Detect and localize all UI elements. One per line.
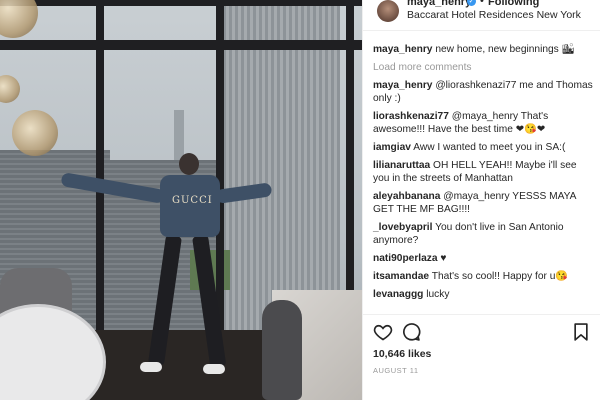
person-shoe-left bbox=[140, 362, 162, 372]
comment-item: liorashkenazi77 @maya_henry That's aweso… bbox=[373, 110, 595, 136]
header-divider bbox=[363, 30, 600, 31]
following-button[interactable]: Following bbox=[488, 0, 539, 8]
comment-text: lucky bbox=[426, 289, 450, 300]
photo-chair-right bbox=[262, 300, 302, 400]
location-link[interactable]: Baccarat Hotel Residences New York bbox=[407, 9, 581, 21]
window-frame-top bbox=[0, 0, 362, 6]
comment-item: itsamandae That's so cool!! Happy for u😘 bbox=[373, 270, 595, 283]
comment-username[interactable]: nati90perlaza bbox=[373, 253, 438, 264]
comment-item: lilianaruttaa OH HELL YEAH!! Maybe i'll … bbox=[373, 159, 595, 185]
window-frame-right bbox=[216, 0, 224, 340]
comment-text: Aww I wanted to meet you in SA:( bbox=[413, 142, 566, 153]
comment-text: ♥ bbox=[440, 253, 447, 264]
comment-username[interactable]: levanaggg bbox=[373, 289, 423, 300]
comment-username[interactable]: liorashkenazi77 bbox=[373, 111, 449, 122]
instagram-post: GUCCI maya_henry ✓ • Following Baccarat … bbox=[0, 0, 600, 400]
post-header: maya_henry ✓ • Following Baccarat Hotel … bbox=[363, 0, 600, 44]
bookmark-icon[interactable] bbox=[571, 322, 591, 342]
comment-item: _lovebyapril You don't live in San Anton… bbox=[373, 221, 595, 247]
comment-username[interactable]: _lovebyapril bbox=[373, 222, 432, 233]
comment-item: nati90perlaza ♥ bbox=[373, 252, 595, 265]
verified-badge-icon: ✓ bbox=[467, 0, 476, 6]
comment-item: aleyahbanana @maya_henry YESSS MAYA GET … bbox=[373, 190, 595, 216]
header-username[interactable]: maya_henry bbox=[407, 0, 471, 8]
likes-count[interactable]: 10,646 likes bbox=[373, 348, 431, 360]
comments-list: maya_henry new home, new beginnings 🏙 Lo… bbox=[373, 43, 595, 306]
window-frame-left bbox=[96, 0, 104, 340]
comment-username[interactable]: maya_henry bbox=[373, 80, 432, 91]
comment-item: iamgiav Aww I wanted to meet you in SA:( bbox=[373, 141, 595, 154]
header-separator: • bbox=[480, 0, 484, 7]
post-actions bbox=[363, 318, 600, 344]
comment-username[interactable]: iamgiav bbox=[373, 142, 411, 153]
avatar[interactable] bbox=[377, 0, 399, 22]
caption-username[interactable]: maya_henry bbox=[373, 44, 432, 55]
comment-item: levanaggg lucky bbox=[373, 288, 595, 301]
person-jacket bbox=[160, 175, 220, 237]
window-frame-far-right bbox=[346, 0, 354, 340]
comment-username[interactable]: itsamandae bbox=[373, 271, 429, 282]
person-shoe-right bbox=[203, 364, 225, 374]
comment-text: That's so cool!! Happy for u😘 bbox=[431, 271, 569, 282]
actions-divider bbox=[363, 314, 600, 315]
post-date: AUGUST 11 bbox=[373, 366, 419, 375]
photo-lamp-3 bbox=[12, 110, 58, 156]
post-side-panel: maya_henry ✓ • Following Baccarat Hotel … bbox=[362, 0, 600, 400]
comment-item: maya_henry @liorashkenazi77 me and Thoma… bbox=[373, 79, 595, 105]
comment-username[interactable]: aleyahbanana bbox=[373, 191, 440, 202]
person-head bbox=[179, 153, 199, 175]
comment-username[interactable]: lilianaruttaa bbox=[373, 160, 430, 171]
load-more-comments-button[interactable]: Load more comments bbox=[373, 62, 595, 73]
caption: maya_henry new home, new beginnings 🏙 bbox=[373, 43, 595, 56]
heart-icon[interactable] bbox=[373, 322, 393, 342]
caption-text: new home, new beginnings 🏙 bbox=[435, 44, 575, 55]
comment-icon[interactable] bbox=[401, 322, 421, 342]
jacket-gucci-text: GUCCI bbox=[172, 195, 213, 206]
window-frame-mid bbox=[0, 40, 362, 50]
post-photo[interactable]: GUCCI bbox=[0, 0, 362, 400]
